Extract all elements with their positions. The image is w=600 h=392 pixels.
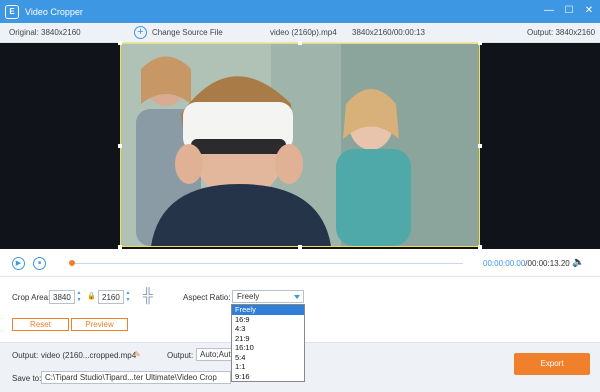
info-bar: Original: 3840x2160 + Change Source File… (0, 23, 600, 43)
video-stage (0, 41, 600, 249)
video-scene-image (121, 44, 479, 246)
play-button[interactable]: ▶ (12, 257, 25, 270)
timeline-track[interactable] (71, 263, 463, 264)
lock-ratio-icon[interactable]: 🔒 (87, 292, 96, 300)
current-time: 00:00:00.00 (483, 259, 526, 268)
source-file-meta: 3840x2160/00:00:13 (352, 28, 425, 37)
output-file-name: video (2160...cropped.mp4 (41, 351, 137, 360)
stop-button[interactable]: ■ (33, 257, 46, 270)
reset-button[interactable]: Reset (12, 318, 69, 331)
title-bar: E Video Cropper — ☐ ✕ (0, 0, 600, 23)
aspect-option[interactable]: 5:4 (232, 353, 304, 363)
save-to-label: Save to: (12, 374, 42, 383)
aspect-ratio-dropdown: Freely 16:9 4:3 21:9 16:10 5:4 1:1 9:16 (231, 304, 305, 382)
center-crop-icon[interactable]: ╬ (143, 287, 153, 303)
output-file-label: Output: (12, 351, 39, 360)
change-source-button[interactable]: Change Source File (152, 28, 223, 37)
chevron-down-icon (294, 295, 300, 299)
maximize-button[interactable]: ☐ (560, 3, 578, 19)
add-source-icon[interactable]: + (134, 26, 147, 39)
crop-width-input[interactable]: 3840 (49, 290, 75, 304)
time-display: 00:00:00.00/00:00:13.20 (483, 259, 570, 268)
volume-icon[interactable]: 🔈 (572, 257, 584, 268)
playback-controls: ▶ ■ 00:00:00.00/00:00:13.20 🔈 (0, 249, 600, 277)
export-button[interactable]: Export (514, 353, 590, 375)
app-logo-icon: E (5, 4, 19, 19)
output-resolution: Output: 3840x2160 (527, 28, 596, 37)
output-format-field[interactable]: Auto;Auto (196, 348, 232, 361)
crop-width-stepper[interactable]: ▲ ▼ (75, 290, 83, 304)
aspect-option[interactable]: 9:16 (232, 372, 304, 382)
down-arrow-icon[interactable]: ▼ (124, 297, 132, 304)
timeline-playhead[interactable] (69, 260, 75, 266)
total-time: /00:00:13.20 (525, 259, 570, 268)
aspect-ratio-select[interactable]: Freely (232, 290, 304, 303)
close-button[interactable]: ✕ (580, 3, 598, 19)
crop-area-label: Crop Area: (12, 293, 51, 302)
minimize-button[interactable]: — (540, 3, 558, 19)
edit-icon[interactable]: ✎ (134, 350, 141, 359)
crop-height-stepper[interactable]: ▲ ▼ (124, 290, 132, 304)
up-arrow-icon[interactable]: ▲ (75, 290, 83, 297)
aspect-option[interactable]: 16:10 (232, 343, 304, 353)
aspect-ratio-value: Freely (237, 292, 260, 301)
video-frame (121, 44, 479, 246)
original-resolution: Original: 3840x2160 (9, 28, 81, 37)
up-arrow-icon[interactable]: ▲ (124, 290, 132, 297)
output-format-label: Output: (167, 351, 194, 360)
aspect-option[interactable]: 21:9 (232, 334, 304, 344)
down-arrow-icon[interactable]: ▼ (75, 297, 83, 304)
aspect-option[interactable]: 16:9 (232, 315, 304, 325)
aspect-option[interactable]: Freely (232, 305, 304, 315)
window-title: Video Cropper (25, 6, 83, 17)
aspect-ratio-label: Aspect Ratio: (183, 293, 231, 302)
save-path-field[interactable]: C:\Tipard Studio\Tipard...ter Ultimate\V… (41, 371, 231, 384)
aspect-option[interactable]: 1:1 (232, 362, 304, 372)
source-file-name: video (2160p).mp4 (270, 28, 337, 37)
aspect-option[interactable]: 4:3 (232, 324, 304, 334)
preview-button[interactable]: Preview (71, 318, 128, 331)
crop-height-input[interactable]: 2160 (98, 290, 124, 304)
